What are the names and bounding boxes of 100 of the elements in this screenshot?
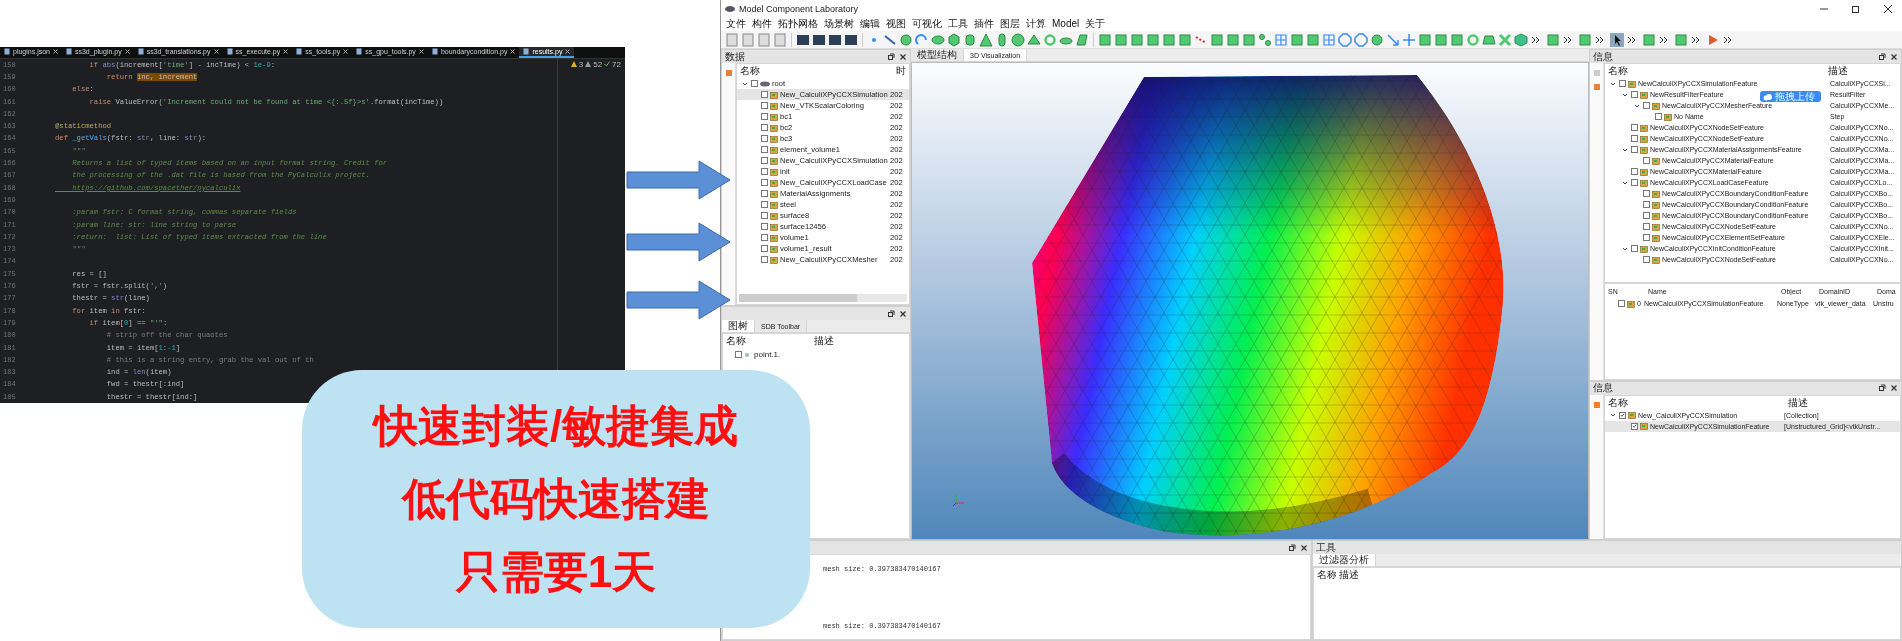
checkbox[interactable] bbox=[1631, 124, 1638, 131]
checkbox[interactable] bbox=[761, 102, 768, 109]
shape-tool-icon[interactable] bbox=[947, 32, 961, 47]
checkbox[interactable] bbox=[1631, 422, 1638, 430]
checkbox[interactable] bbox=[761, 124, 768, 131]
shape-tool-icon[interactable] bbox=[1370, 32, 1384, 47]
checkbox[interactable] bbox=[1643, 157, 1650, 164]
file-icon[interactable] bbox=[828, 32, 842, 47]
checkbox[interactable] bbox=[761, 146, 768, 153]
shape-tool-icon[interactable] bbox=[1146, 32, 1160, 47]
checkbox[interactable] bbox=[1643, 190, 1650, 197]
cursor-icon[interactable] bbox=[1610, 32, 1624, 47]
checkbox[interactable] bbox=[751, 80, 758, 87]
checkbox[interactable] bbox=[1631, 135, 1638, 142]
menu-item[interactable]: Model bbox=[1049, 17, 1083, 31]
shape-tool-icon[interactable] bbox=[1274, 32, 1288, 47]
menu-item[interactable]: 场景树 bbox=[821, 17, 857, 31]
shape-tool-icon[interactable] bbox=[1354, 32, 1368, 47]
3d-viewport[interactable] bbox=[911, 62, 1589, 540]
dock-tab[interactable]: 过滤器分析 bbox=[1312, 554, 1376, 566]
checkbox[interactable] bbox=[1631, 91, 1638, 98]
shape-tool-icon[interactable] bbox=[1130, 32, 1144, 47]
checkbox[interactable] bbox=[761, 135, 768, 142]
chevron-icon[interactable] bbox=[1633, 102, 1641, 109]
checkbox[interactable] bbox=[1643, 102, 1650, 109]
checkbox[interactable] bbox=[761, 201, 768, 208]
shape-tool-icon[interactable] bbox=[1290, 32, 1304, 47]
menu-item[interactable]: 拓扑网格 bbox=[775, 17, 821, 31]
shape-tool-icon[interactable] bbox=[1338, 32, 1352, 47]
shape-tool-icon[interactable] bbox=[1306, 32, 1320, 47]
shape-tool-icon[interactable] bbox=[995, 32, 1009, 47]
shape-tool-icon[interactable] bbox=[1226, 32, 1240, 47]
checkbox[interactable] bbox=[1643, 201, 1650, 208]
menu-item[interactable]: 编辑 bbox=[857, 17, 883, 31]
chevron-icon[interactable] bbox=[1609, 412, 1617, 419]
chevron-icon[interactable] bbox=[1621, 91, 1629, 98]
checkbox[interactable] bbox=[761, 256, 768, 263]
shape-tool-icon[interactable] bbox=[1162, 32, 1176, 47]
checkbox[interactable] bbox=[761, 157, 768, 164]
shape-tool-icon[interactable] bbox=[931, 32, 945, 47]
menu-item[interactable]: 文件 bbox=[723, 17, 749, 31]
checkbox[interactable] bbox=[1631, 179, 1638, 186]
checkbox[interactable] bbox=[1631, 146, 1638, 153]
file-icon[interactable] bbox=[844, 32, 858, 47]
checkbox[interactable] bbox=[761, 212, 768, 219]
file-icon[interactable] bbox=[812, 32, 826, 47]
checkbox[interactable] bbox=[1631, 168, 1638, 175]
shape-tool-icon[interactable] bbox=[1418, 32, 1432, 47]
menu-item[interactable]: 视图 bbox=[883, 17, 909, 31]
shape-tool-icon[interactable] bbox=[1027, 32, 1041, 47]
chevron-icon[interactable] bbox=[1621, 146, 1629, 153]
shape-tool-icon[interactable] bbox=[963, 32, 977, 47]
checkbox[interactable] bbox=[1643, 256, 1650, 263]
checkbox[interactable] bbox=[761, 223, 768, 230]
chevron-icon[interactable] bbox=[741, 80, 749, 87]
checkbox[interactable] bbox=[761, 168, 768, 175]
shape-tool-icon[interactable] bbox=[979, 32, 993, 47]
menu-item[interactable]: 计算 bbox=[1023, 17, 1049, 31]
chevron-icon[interactable] bbox=[1621, 179, 1629, 186]
chevron-icon[interactable] bbox=[1621, 245, 1629, 252]
shape-tool-icon[interactable] bbox=[1482, 32, 1496, 47]
horizontal-scrollbar[interactable] bbox=[739, 294, 907, 303]
shape-tool-icon[interactable] bbox=[1242, 32, 1256, 47]
checkbox[interactable] bbox=[735, 351, 742, 359]
menu-item[interactable]: 关于 bbox=[1082, 17, 1109, 31]
shape-tool-icon[interactable] bbox=[1434, 32, 1448, 47]
checkbox[interactable] bbox=[761, 91, 768, 98]
checkbox[interactable] bbox=[1655, 113, 1662, 120]
checkbox[interactable] bbox=[1619, 80, 1626, 87]
checkbox[interactable] bbox=[1643, 212, 1650, 219]
checkbox[interactable] bbox=[1619, 411, 1626, 419]
checkbox[interactable] bbox=[761, 234, 768, 241]
checkbox[interactable] bbox=[1643, 223, 1650, 230]
menu-item[interactable]: 可视化 bbox=[909, 17, 945, 31]
shape-tool-icon[interactable] bbox=[1098, 32, 1112, 47]
checkbox[interactable] bbox=[761, 179, 768, 186]
view-tab[interactable]: 模型结构 bbox=[911, 49, 964, 61]
shape-tool-icon[interactable] bbox=[1210, 32, 1224, 47]
shape-tool-icon[interactable] bbox=[1386, 32, 1400, 47]
dock-tab[interactable]: 图树 bbox=[722, 320, 755, 333]
shape-tool-icon[interactable] bbox=[1258, 32, 1272, 47]
checkbox[interactable] bbox=[1643, 234, 1650, 241]
checkbox[interactable] bbox=[761, 245, 768, 252]
move-icon[interactable] bbox=[1402, 32, 1416, 47]
shape-tool-icon[interactable] bbox=[1075, 32, 1089, 47]
shape-tool-icon[interactable] bbox=[1178, 32, 1192, 47]
shape-tool-icon[interactable] bbox=[915, 32, 929, 47]
shape-tool-icon[interactable] bbox=[1114, 32, 1128, 47]
checkbox[interactable] bbox=[1618, 300, 1625, 308]
menu-item[interactable]: 工具 bbox=[945, 17, 971, 31]
chevron-icon[interactable] bbox=[1609, 80, 1617, 87]
shape-tool-icon[interactable] bbox=[1450, 32, 1464, 47]
shape-tool-icon[interactable] bbox=[899, 32, 913, 47]
shape-tool-icon[interactable] bbox=[1322, 32, 1336, 47]
file-icon[interactable] bbox=[796, 32, 810, 47]
checkbox[interactable] bbox=[761, 113, 768, 120]
checkbox[interactable] bbox=[1631, 245, 1638, 252]
shape-tool-icon[interactable] bbox=[1011, 32, 1025, 47]
checkbox[interactable] bbox=[761, 190, 768, 197]
menu-item[interactable]: 插件 bbox=[971, 17, 997, 31]
